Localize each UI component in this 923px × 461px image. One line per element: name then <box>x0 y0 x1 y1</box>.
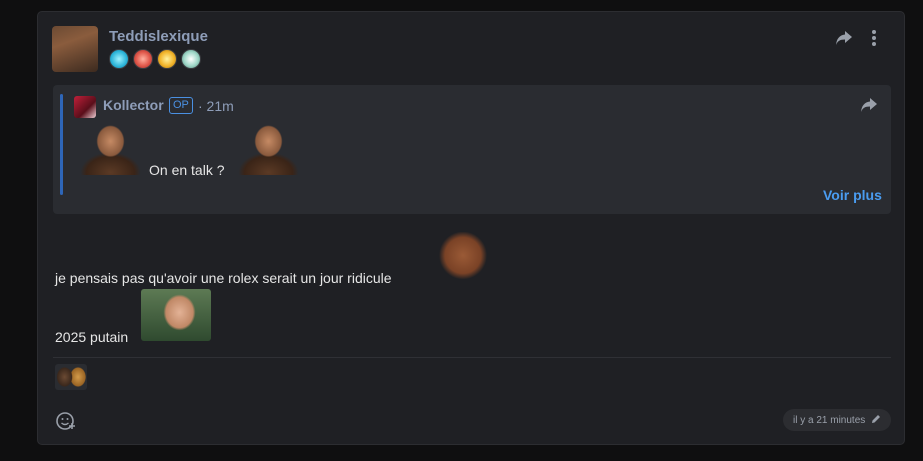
dice-badge-icon <box>133 49 153 69</box>
quote-time: · 21m <box>198 98 234 114</box>
avatar[interactable] <box>52 26 98 72</box>
laughing-man-sticker <box>141 289 211 341</box>
star-badge-icon <box>109 49 129 69</box>
post-text-line: je pensais pas qu'avoir une rolex serait… <box>55 270 392 286</box>
quoted-post[interactable]: Kollector OP · 21m On en talk ? Voir plu… <box>53 85 891 214</box>
dog-sticker <box>434 232 492 284</box>
laughing-face-badge-icon <box>157 49 177 69</box>
quote-username[interactable]: Kollector <box>103 97 164 113</box>
timestamp-badge: il y a 21 minutes <box>783 409 892 431</box>
post-card: Teddislexique Kollector OP · 21m On en t… <box>37 11 905 445</box>
laughing-man-sticker <box>79 123 142 175</box>
username[interactable]: Teddislexique <box>109 28 208 45</box>
laughing-man-sticker <box>237 123 300 175</box>
pencil-icon <box>871 414 881 427</box>
quote-bar <box>60 94 63 195</box>
see-more-link[interactable]: Voir plus <box>823 187 882 203</box>
divider <box>53 357 891 358</box>
quote-share-icon[interactable] <box>860 97 878 118</box>
reaction-sticker[interactable] <box>55 364 87 390</box>
timestamp: il y a 21 minutes <box>793 414 866 426</box>
quote-text: On en talk ? <box>149 162 225 178</box>
add-reaction-icon[interactable] <box>55 410 77 437</box>
op-badge: OP <box>169 97 193 114</box>
post-text-line: 2025 putain <box>55 329 129 345</box>
more-options-icon[interactable] <box>871 29 877 52</box>
soccer-ball-badge-icon <box>181 49 201 69</box>
badges <box>109 49 201 69</box>
share-icon[interactable] <box>835 30 853 51</box>
quote-avatar[interactable] <box>74 96 96 118</box>
